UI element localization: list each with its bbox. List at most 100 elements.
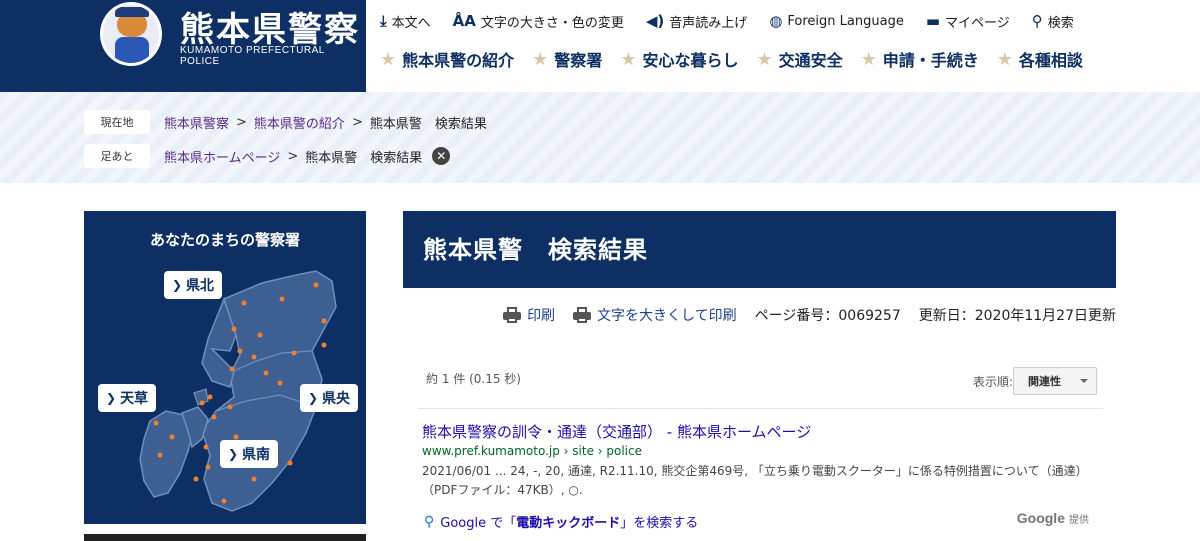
powered-by-google: Google 提供 xyxy=(1017,510,1089,526)
powered-label: 提供 xyxy=(1069,515,1089,526)
search-results: 約 1 件 (0.15 秒) 表示順: 関連性 熊本県警察の訓令・通達（交通部）… xyxy=(418,360,1103,541)
print-large-text-button[interactable]: 文字を大きくして印刷 xyxy=(573,305,737,325)
chevron-right-icon: ❯ xyxy=(308,391,319,405)
region-label: 県南 xyxy=(242,447,271,463)
result-count: 約 1 件 (0.15 秒) xyxy=(426,372,521,386)
nav-label: 警察署 xyxy=(554,51,603,70)
star-icon: ★ xyxy=(756,48,773,70)
nav-label: 各種相談 xyxy=(1018,51,1083,70)
police-station-map: あなたのまちの警察署 ❯ 県北 ❯ 天草 ❯ 県央 ❯ 県南 xyxy=(84,211,366,524)
printer-icon xyxy=(503,307,522,323)
breadcrumb-separator: > xyxy=(351,114,363,130)
search-icon: ⚲ xyxy=(1031,11,1043,30)
clear-history-close-icon[interactable]: ✕ xyxy=(432,147,451,165)
skip-to-content-link[interactable]: ⤓ 本文へ xyxy=(380,12,431,31)
breadcrumb-link-top[interactable]: 熊本県警察 xyxy=(164,113,229,132)
result-title-link[interactable]: 熊本県警察の訓令・通達（交通部） - 熊本県ホームページ xyxy=(422,421,811,442)
util-label: 音声読み上げ xyxy=(669,15,748,31)
mascot-logo-icon xyxy=(100,2,162,66)
search-icon: ⚲ xyxy=(424,513,435,530)
google-logo: Google xyxy=(1016,510,1065,526)
nav-item-police-stations[interactable]: ★ 警察署 xyxy=(532,47,602,71)
page-number: ページ番号：0069257 xyxy=(754,308,901,324)
sort-label: 表示順: xyxy=(972,375,1013,389)
history-current-page: 熊本県警 検索結果 xyxy=(305,150,423,166)
star-icon: ★ xyxy=(380,48,397,70)
nav-item-traffic-safety[interactable]: ★ 交通安全 xyxy=(756,47,842,71)
breadcrumb: 現在地 熊本県警察 > 熊本県警の紹介 > 熊本県警 検索結果 xyxy=(84,110,487,134)
printer-icon xyxy=(573,307,592,323)
breadcrumb-current-label: 現在地 xyxy=(84,110,150,134)
page-heading-bar: 熊本県警 検索結果 xyxy=(403,211,1116,288)
main-nav: ★ 熊本県警の紹介 ★ 警察署 ★ 安心な暮らし ★ 交通安全 ★ 申請・手続き ★ 各種相… xyxy=(380,47,1083,71)
region-north-button[interactable]: ❯ 県北 xyxy=(164,271,223,299)
util-label: 検索 xyxy=(1047,15,1074,31)
page-title: 熊本県警 検索結果 xyxy=(423,236,648,264)
history-label: 足あと xyxy=(84,144,150,168)
nav-item-introduction[interactable]: ★ 熊本県警の紹介 xyxy=(380,47,514,71)
util-label: マイページ xyxy=(945,15,1010,31)
region-label: 県北 xyxy=(186,278,215,294)
nav-label: 熊本県警の紹介 xyxy=(402,51,515,70)
nav-item-safe-living[interactable]: ★ 安心な暮らし xyxy=(620,47,738,71)
speaker-icon: ◀) xyxy=(645,11,665,30)
sort-value: 関連性 xyxy=(1028,375,1061,388)
util-label: 本文へ xyxy=(391,15,431,31)
chevron-right-icon: ❯ xyxy=(106,391,117,405)
star-icon: ★ xyxy=(620,48,637,70)
utility-nav: ⤓ 本文へ ÅA 文字の大きさ・色の変更 ◀) 音声読み上げ ◍ Foreign… xyxy=(380,10,1074,32)
text-size-icon: ÅA xyxy=(452,11,476,30)
kumamoto-map-icon xyxy=(139,270,337,512)
breadcrumb-band: 現在地 熊本県警察 > 熊本県警の紹介 > 熊本県警 検索結果 足あと 熊本県ホ… xyxy=(0,92,1200,183)
util-label: Foreign Language xyxy=(787,13,904,29)
region-label: 天草 xyxy=(120,391,149,407)
globe-icon: ◍ xyxy=(769,11,783,30)
star-icon: ★ xyxy=(996,48,1013,70)
google-search-text: Google で「電動キックボード」を検索する xyxy=(440,516,699,531)
result-snippet: 2021/06/01 ... 24, -, 20, 通達, R2.11.10, … xyxy=(422,464,1088,497)
history-trail: 足あと 熊本県ホームページ > 熊本県警 検索結果 ✕ xyxy=(84,144,451,168)
sort-order-select[interactable]: 関連性 xyxy=(1013,367,1097,395)
chevron-right-icon: ❯ xyxy=(172,278,183,292)
breadcrumb-link-introduction[interactable]: 熊本県警の紹介 xyxy=(254,113,345,132)
site-subtitle: KUMAMOTO PREFECTURAL POLICE xyxy=(180,45,325,67)
nav-label: 交通安全 xyxy=(778,51,843,70)
print-button[interactable]: 印刷 xyxy=(503,305,555,325)
chevron-down-icon xyxy=(1080,379,1088,383)
nav-item-consultation[interactable]: ★ 各種相談 xyxy=(997,47,1083,71)
region-central-button[interactable]: ❯ 県央 xyxy=(300,384,359,412)
breadcrumb-separator: > xyxy=(287,148,299,164)
chevron-right-icon: ❯ xyxy=(228,447,239,461)
search-on-google-link[interactable]: ⚲ Google で「電動キックボード」を検索する xyxy=(424,512,699,532)
region-label: 県央 xyxy=(322,391,351,407)
util-label: 文字の大きさ・色の変更 xyxy=(480,15,624,31)
print-large-label: 文字を大きくして印刷 xyxy=(597,308,737,324)
breadcrumb-current-page: 熊本県警 検索結果 xyxy=(369,116,487,132)
folder-icon: ▬ xyxy=(925,11,941,30)
region-amakusa-button[interactable]: ❯ 天草 xyxy=(98,384,157,412)
read-aloud-link[interactable]: ◀) 音声読み上げ xyxy=(646,12,747,31)
breadcrumb-separator: > xyxy=(236,114,247,130)
history-link-pref-home[interactable]: 熊本県ホームページ xyxy=(164,147,280,166)
mypage-link[interactable]: ▬ マイページ xyxy=(926,12,1010,31)
divider xyxy=(418,408,1103,409)
star-icon: ★ xyxy=(860,48,877,70)
site-logo[interactable]: 熊本県警察 KUMAMOTO PREFECTURAL POLICE xyxy=(0,0,366,92)
nav-label: 申請・手続き xyxy=(882,51,979,70)
sidebar-banner-image[interactable] xyxy=(84,534,366,541)
result-url: www.pref.kumamoto.jp › site › police xyxy=(422,444,642,458)
foreign-language-link[interactable]: ◍ Foreign Language xyxy=(769,11,904,30)
text-size-color-link[interactable]: ÅA 文字の大きさ・色の変更 xyxy=(453,12,624,31)
map-title: あなたのまちの警察署 xyxy=(149,231,300,249)
region-south-button[interactable]: ❯ 県南 xyxy=(220,440,279,468)
search-link[interactable]: ⚲ 検索 xyxy=(1032,12,1074,31)
updated-date: 更新日：2020年11月27日更新 xyxy=(918,308,1116,324)
star-icon: ★ xyxy=(532,48,549,70)
nav-item-applications[interactable]: ★ 申請・手続き xyxy=(861,47,979,71)
site-title: 熊本県警察 xyxy=(180,10,360,50)
download-arrow-icon: ⤓ xyxy=(380,11,387,30)
page-meta: 印刷 文字を大きくして印刷 ページ番号：0069257 更新日：2020年11月… xyxy=(403,305,1116,325)
print-label: 印刷 xyxy=(527,308,556,324)
nav-label: 安心な暮らし xyxy=(642,51,739,70)
site-header: 熊本県警察 KUMAMOTO PREFECTURAL POLICE ⤓ 本文へ … xyxy=(0,0,1200,92)
